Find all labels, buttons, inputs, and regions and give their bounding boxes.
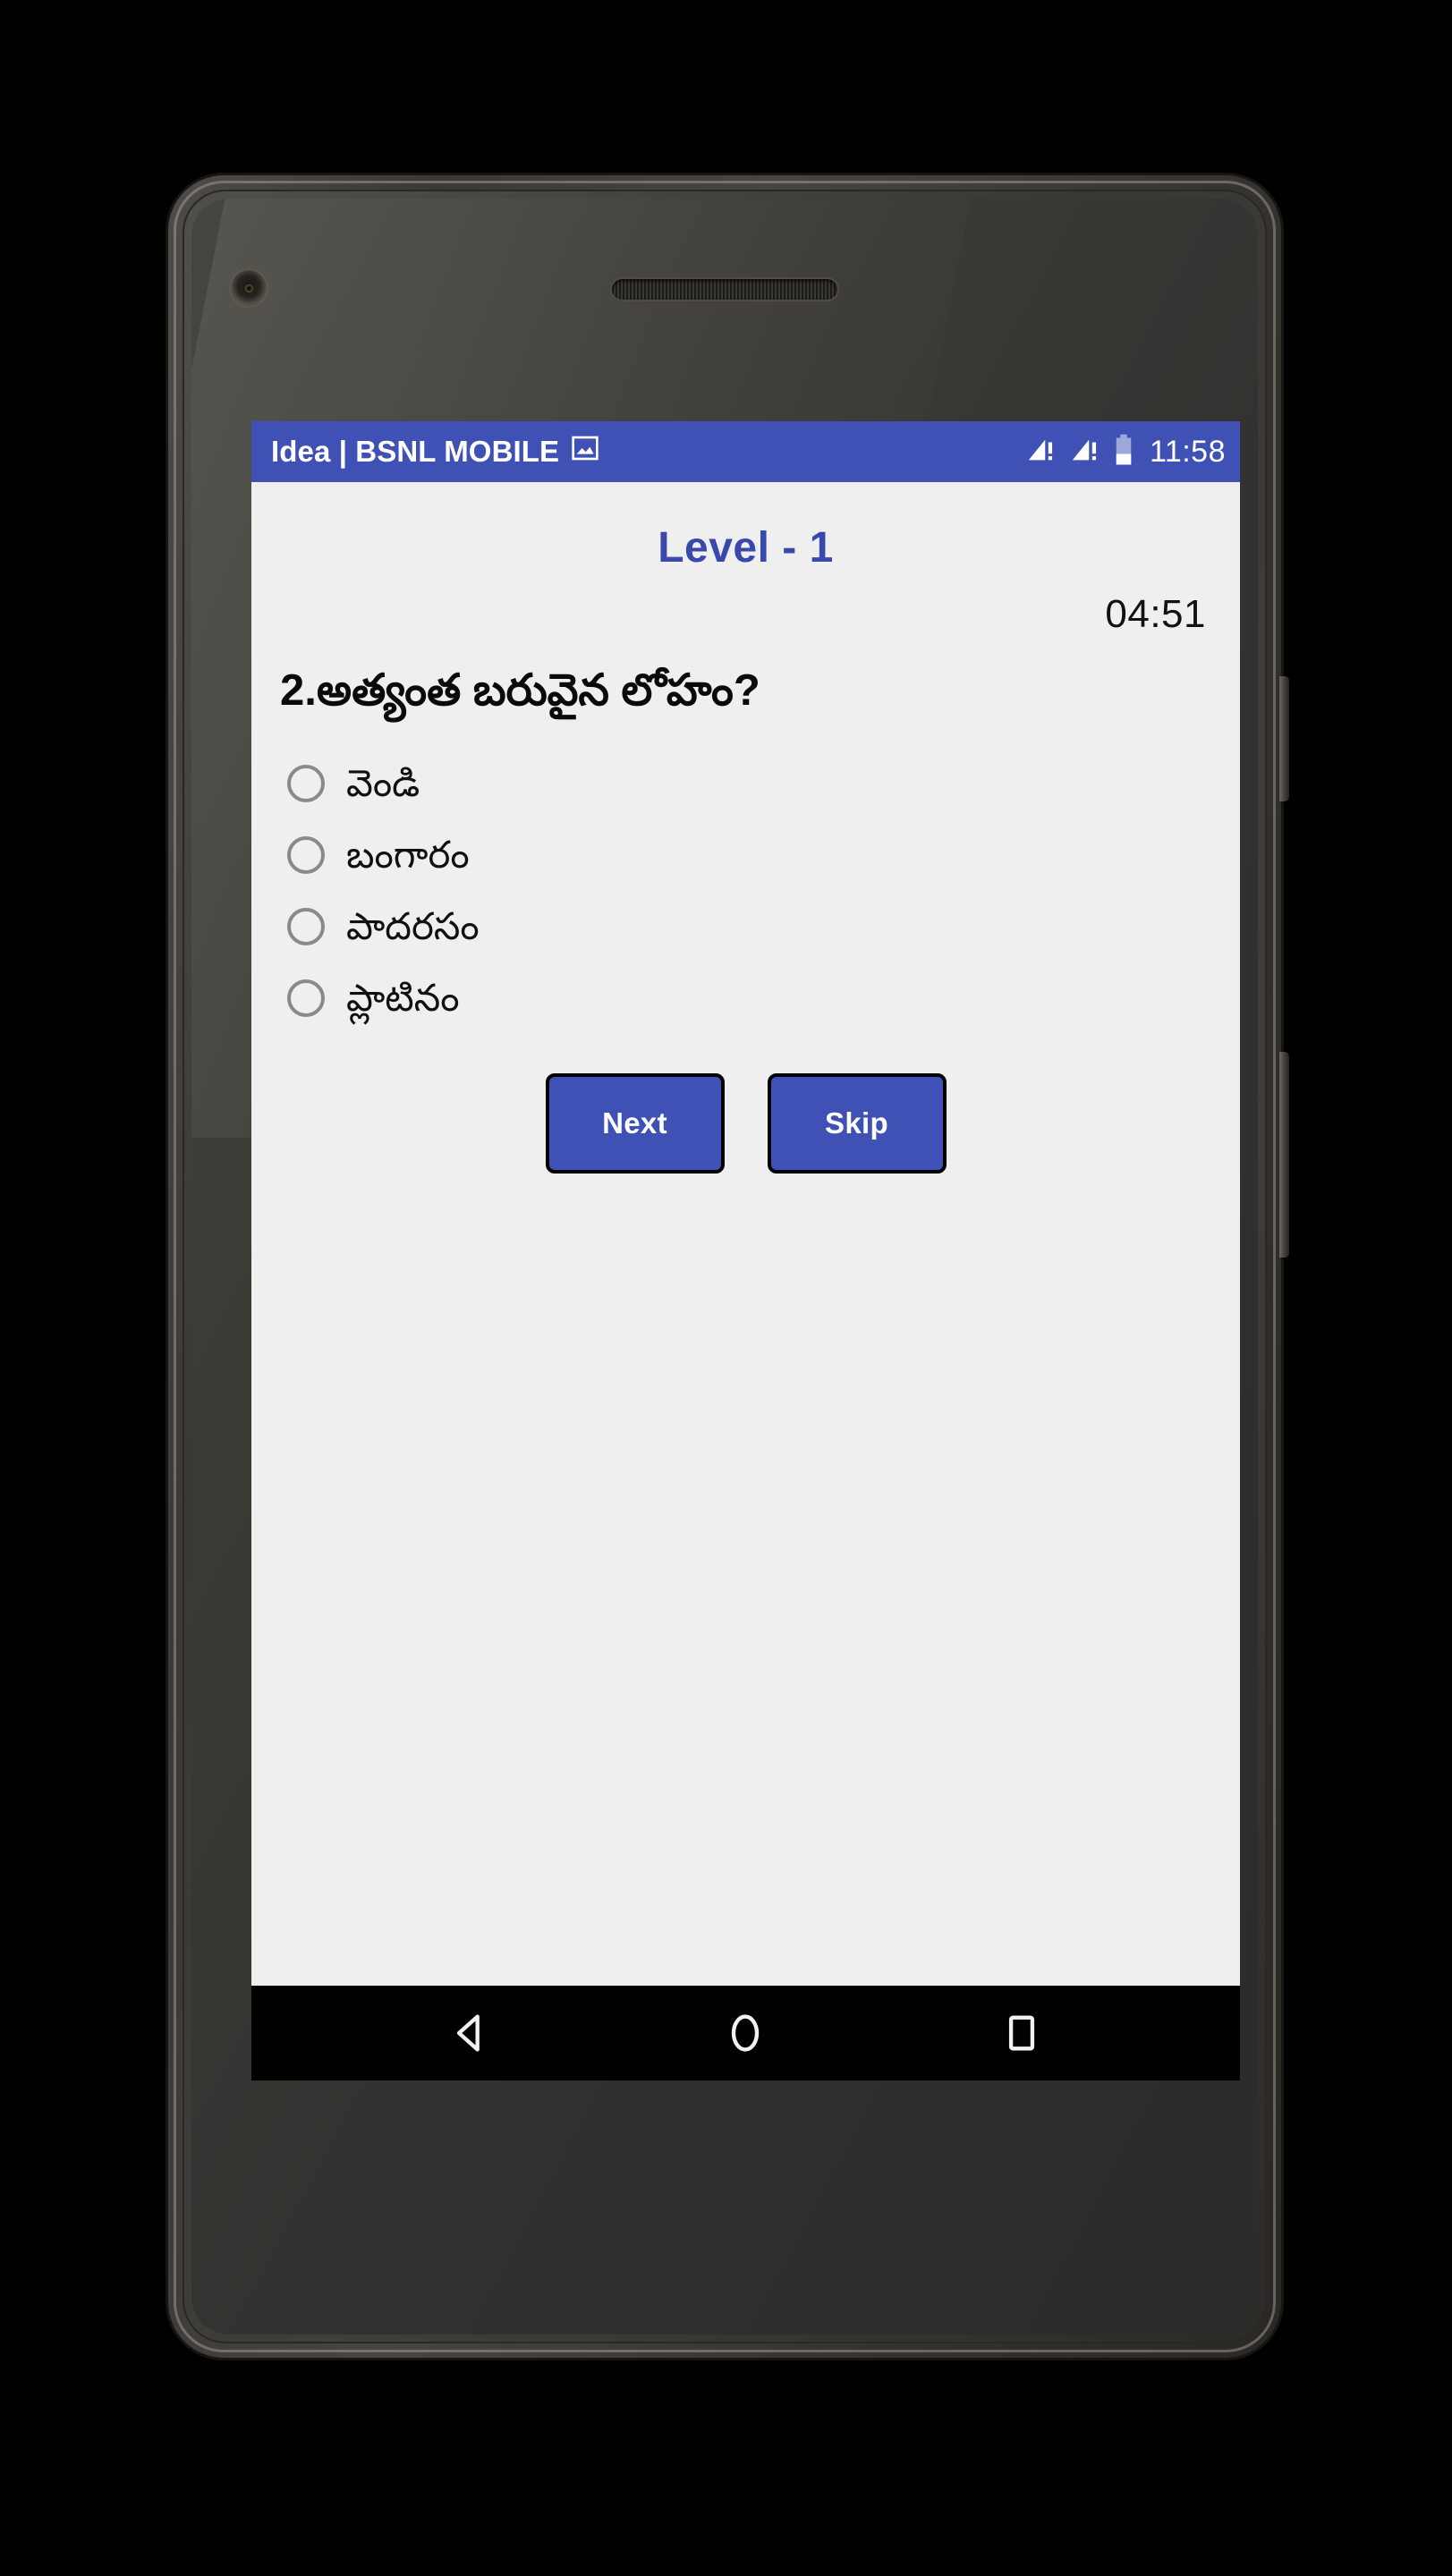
answer-option-2[interactable]: బంగారం: [287, 819, 1217, 891]
radio-button-icon[interactable]: [287, 836, 325, 875]
status-clock: 11:58: [1149, 434, 1226, 469]
android-navigation-bar: [251, 1986, 1240, 2080]
status-carrier: Idea | BSNL MOBILE: [271, 434, 600, 470]
action-button-row: Next Skip: [275, 1073, 1217, 1174]
answer-option-label: బంగారం: [346, 834, 470, 877]
skip-button[interactable]: Skip: [767, 1073, 947, 1174]
device-face: Idea | BSNL MOBILE 11:58 Level - 1 04:51…: [191, 199, 1258, 2334]
home-icon[interactable]: [692, 1986, 799, 2080]
countdown-timer: 04:51: [1105, 592, 1206, 636]
question-text: 2.అత్యంత బరువైన లోహం?: [280, 666, 760, 715]
next-button[interactable]: Next: [545, 1073, 725, 1174]
radio-button-icon[interactable]: [287, 908, 325, 946]
signal-bars-warning-icon: [1025, 435, 1057, 470]
answer-option-label: వెండి: [346, 762, 420, 805]
status-bar-indicators: 11:58: [1025, 434, 1226, 470]
answer-options-list: వెండి బంగారం పాదరసం ప్లాటినం: [275, 748, 1217, 1034]
image-notification-icon: [570, 434, 600, 470]
earpiece-speaker-icon: [610, 277, 839, 301]
radio-button-icon[interactable]: [287, 979, 325, 1018]
answer-option-4[interactable]: ప్లాటినం: [287, 962, 1217, 1034]
front-camera-icon: [229, 268, 268, 308]
recents-icon[interactable]: [968, 1986, 1075, 2080]
radio-button-icon[interactable]: [287, 765, 325, 803]
phone-device-frame: Idea | BSNL MOBILE 11:58 Level - 1 04:51…: [168, 175, 1289, 2358]
power-button[interactable]: [1279, 676, 1289, 801]
quiz-screen: Level - 1 04:51 2.అత్యంత బరువైన లోహం? వె…: [251, 523, 1240, 1174]
answer-option-label: పాదరసం: [346, 905, 480, 948]
page-title: Level - 1: [658, 524, 834, 572]
battery-half-icon: [1113, 434, 1134, 470]
signal-bars-warning-icon: [1069, 435, 1101, 470]
status-carrier-label: Idea | BSNL MOBILE: [271, 435, 560, 468]
answer-option-3[interactable]: పాదరసం: [287, 891, 1217, 962]
phone-screen: Idea | BSNL MOBILE 11:58 Level - 1 04:51…: [251, 421, 1240, 2080]
answer-option-label: ప్లాటినం: [346, 977, 460, 1020]
status-bar: Idea | BSNL MOBILE 11:58: [251, 421, 1240, 482]
answer-option-1[interactable]: వెండి: [287, 748, 1217, 819]
volume-button[interactable]: [1279, 1052, 1289, 1258]
back-icon[interactable]: [416, 1986, 523, 2080]
timer-row: 04:51: [275, 592, 1217, 637]
